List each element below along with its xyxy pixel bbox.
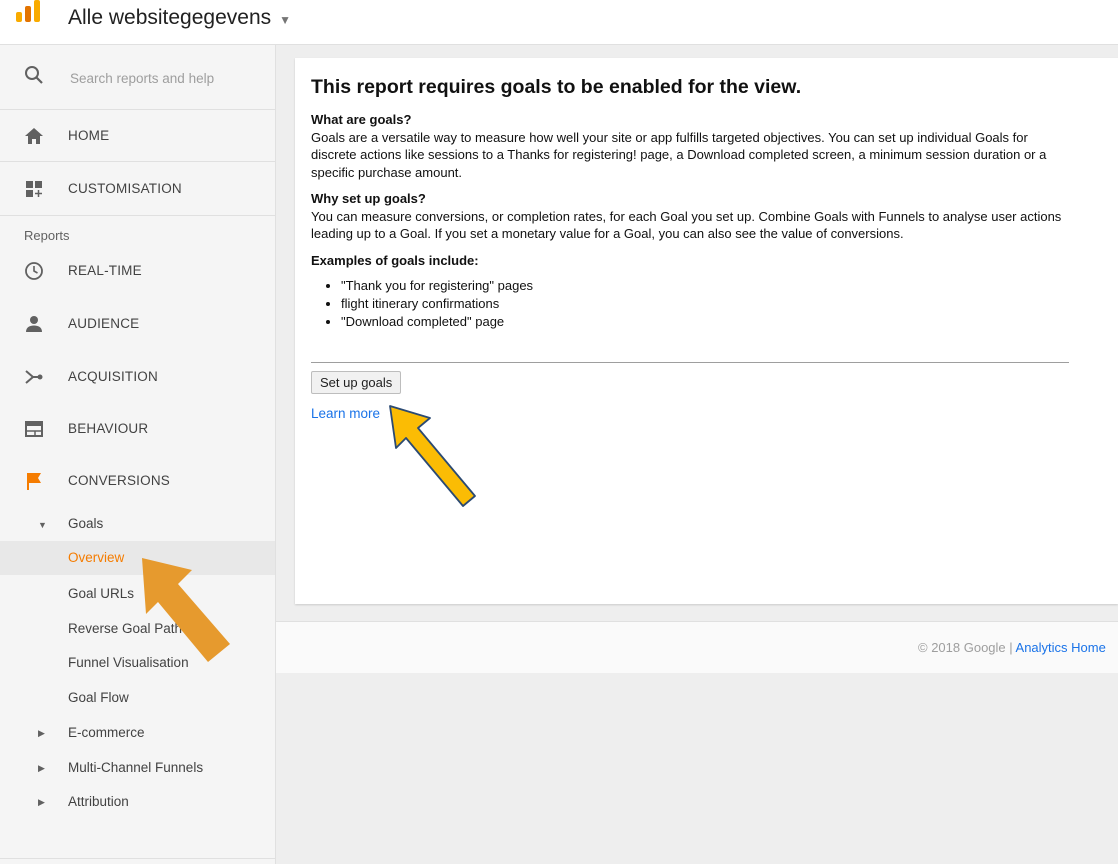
examples-heading: Examples of goals include: (311, 252, 479, 268)
window-icon (25, 421, 43, 437)
sidebar-item-home[interactable]: HOME (0, 110, 275, 162)
why-heading: Why set up goals? (311, 191, 426, 206)
person-icon (26, 316, 42, 332)
divider (0, 858, 275, 859)
expanded-triangle-icon: ▼ (38, 520, 47, 530)
goals-required-card: This report requires goals to be enabled… (295, 58, 1118, 604)
sidebar-item-label: CONVERSIONS (68, 473, 170, 488)
what-heading: What are goals? (311, 112, 412, 127)
search-icon (25, 66, 43, 84)
learn-more-link[interactable]: Learn more (311, 406, 380, 421)
home-icon (25, 128, 43, 144)
divider (311, 362, 1069, 363)
sidebar-item-label: Funnel Visualisation (68, 655, 189, 670)
sidebar-item-audience[interactable]: AUDIENCE (0, 298, 275, 350)
acquisition-icon (25, 370, 43, 384)
sidebar-item-label: Overview (68, 550, 125, 565)
page-title: This report requires goals to be enabled… (311, 76, 802, 98)
collapsed-triangle-icon: ▶ (38, 728, 45, 738)
search-input[interactable] (68, 65, 262, 91)
footer: © 2018 Google | Analytics Home (276, 622, 1118, 674)
sidebar-item-goal-flow[interactable]: Goal Flow (0, 681, 275, 715)
copyright-text: © 2018 Google | (918, 640, 1016, 655)
examples-list: "Thank you for registering" pages flight… (311, 277, 1071, 331)
sidebar-item-behaviour[interactable]: BEHAVIOUR (0, 403, 275, 455)
top-bar: Alle websitegegevens ▼ (0, 0, 1118, 45)
sidebar-item-label: Goal URLs (68, 586, 135, 601)
collapsed-triangle-icon: ▶ (38, 763, 45, 773)
sidebar-item-e-commerce[interactable]: ▶ E-commerce (0, 716, 275, 750)
sidebar-item-goals[interactable]: ▼ Goals (0, 507, 275, 541)
sidebar-item-label: Goal Flow (68, 690, 129, 705)
sidebar-item-multi-channel-funnels[interactable]: ▶ Multi-Channel Funnels (0, 751, 275, 785)
sidebar-item-conversions[interactable]: CONVERSIONS (0, 455, 275, 507)
sidebar-item-label: HOME (68, 128, 110, 143)
set-up-goals-button[interactable]: Set up goals (311, 371, 402, 394)
sidebar-item-goal-urls[interactable]: Goal URLs (0, 577, 275, 611)
sidebar-item-label: Attribution (68, 794, 129, 809)
sidebar-item-label: BEHAVIOUR (68, 421, 149, 436)
sidebar-item-goals-overview[interactable]: Overview (0, 541, 275, 575)
sidebar-item-label: CUSTOMISATION (68, 181, 182, 196)
sidebar-item-acquisition[interactable]: ACQUISITION (0, 351, 275, 403)
divider (0, 215, 275, 216)
sidebar-item-funnel-visualisation[interactable]: Funnel Visualisation (0, 646, 275, 680)
property-selector[interactable]: Alle websitegegevens ▼ (68, 6, 291, 30)
sidebar-item-customisation[interactable]: CUSTOMISATION (0, 163, 275, 215)
list-item: "Thank you for registering" pages (341, 277, 1071, 295)
search-bar (0, 45, 275, 110)
what-text: Goals are a versatile way to measure how… (311, 129, 1047, 180)
collapsed-triangle-icon: ▶ (38, 797, 45, 807)
clock-icon (25, 262, 43, 280)
analytics-logo-icon[interactable] (16, 0, 40, 22)
sidebar-item-reverse-goal-path[interactable]: Reverse Goal Path (0, 612, 275, 646)
sidebar-item-label: Goals (68, 516, 104, 531)
flag-icon (27, 473, 41, 490)
list-item: "Download completed" page (341, 313, 1071, 331)
why-text: You can measure conversions, or completi… (311, 208, 1062, 242)
sidebar-item-attribution[interactable]: ▶ Attribution (0, 785, 275, 819)
analytics-home-link[interactable]: Analytics Home (1016, 640, 1106, 655)
sidebar-item-label: Multi-Channel Funnels (68, 760, 204, 775)
sidebar: HOME CUSTOMISATION Reports REAL-TIME AUD… (0, 45, 276, 864)
reports-section-label: Reports (24, 228, 70, 243)
sidebar-item-label: REAL-TIME (68, 263, 142, 278)
sidebar-item-real-time[interactable]: REAL-TIME (0, 245, 275, 297)
property-name: Alle websitegegevens (68, 6, 272, 29)
sidebar-item-label: E-commerce (68, 725, 145, 740)
goals-explanation: What are goals? Goals are a versatile wa… (311, 111, 1071, 331)
list-item: flight itinerary confirmations (341, 295, 1071, 313)
sidebar-item-label: ACQUISITION (68, 369, 158, 384)
divider (0, 161, 275, 162)
dashboard-icon (26, 181, 42, 197)
dropdown-caret-icon: ▼ (279, 13, 292, 27)
sidebar-item-label: AUDIENCE (68, 316, 140, 331)
sidebar-item-label: Reverse Goal Path (68, 621, 183, 636)
footer-text: © 2018 Google | Analytics Home (918, 640, 1106, 655)
